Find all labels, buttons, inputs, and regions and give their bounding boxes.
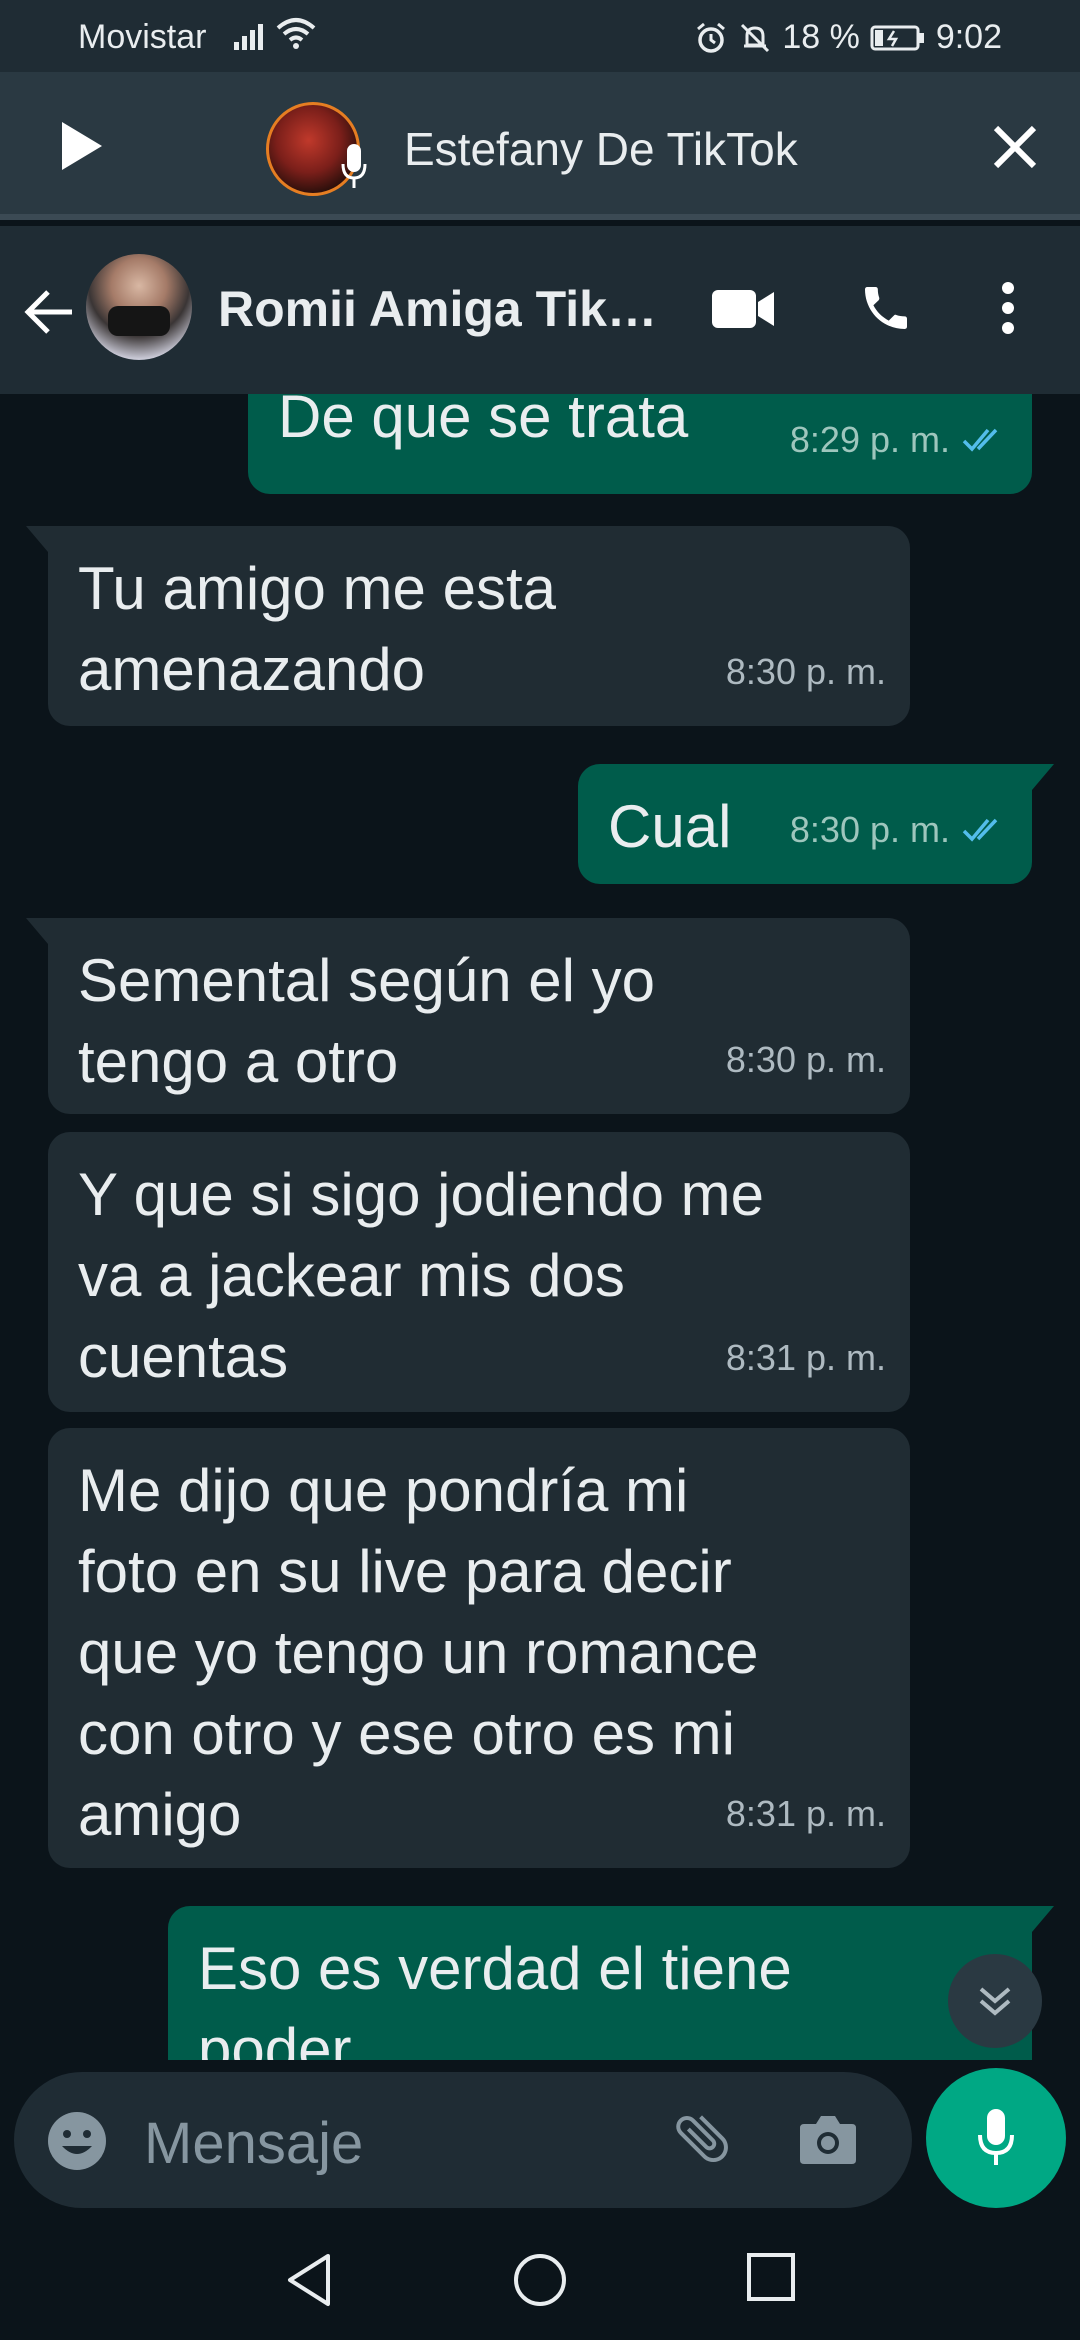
avatar-mask-shape	[108, 306, 170, 336]
message-time: 8:30 p. m.	[789, 809, 950, 850]
phone-icon[interactable]	[858, 280, 914, 336]
mic-icon	[341, 144, 367, 188]
voice-record-button[interactable]	[926, 2068, 1066, 2208]
bubble-tail	[26, 918, 48, 944]
carrier-name: Movistar	[78, 18, 207, 56]
home-circle-icon[interactable]	[512, 2252, 568, 2308]
scroll-to-bottom-button[interactable]	[948, 1954, 1042, 2048]
message-time: 8:29 p. m.	[789, 419, 950, 460]
contact-avatar[interactable]	[86, 254, 192, 360]
bubble-tail	[26, 526, 48, 552]
video-call-icon[interactable]	[710, 288, 776, 330]
message-meta: 8:30 p. m.	[790, 789, 1008, 870]
message-bubble-incoming[interactable]: Y que si sigo jodiendo me va a jackear m…	[48, 1132, 910, 1412]
battery-icon	[870, 25, 924, 50]
signal-icon	[234, 24, 263, 50]
message-meta: 8:31 p. m.	[726, 1317, 886, 1398]
attach-icon[interactable]	[670, 2106, 734, 2170]
message-meta: 8:29 p. m.	[790, 399, 1008, 480]
message-input-bar: Mensaje	[14, 2072, 912, 2208]
play-icon[interactable]	[58, 118, 106, 174]
chat-area[interactable]: De que se trata 8:29 p. m. Tu amigo me e…	[0, 394, 1080, 2060]
system-navigation-bar	[0, 2222, 1080, 2340]
message-bubble-incoming[interactable]: Me dijo que pondría mi foto en su live p…	[48, 1428, 910, 1868]
recents-square-icon[interactable]	[746, 2252, 796, 2302]
message-time: 8:30 p. m.	[725, 1039, 886, 1080]
contact-name[interactable]: Romii Amiga Tik…	[218, 280, 657, 338]
message-bubble-incoming[interactable]: Semental según el yo tengo a otro 8:30 p…	[26, 918, 910, 1114]
message-time: 8:31 p. m.	[725, 1793, 886, 1834]
message-bubble-incoming[interactable]: Tu amigo me esta amenazando 8:30 p. m.	[26, 526, 910, 726]
chat-header: Romii Amiga Tik…	[0, 226, 1080, 394]
voice-message-player: Estefany De TikTok	[0, 72, 1080, 220]
message-bubble-outgoing[interactable]: Eso es verdad el tiene poder	[168, 1906, 1054, 2060]
mute-icon	[741, 23, 770, 52]
voice-sender-avatar-wrap	[266, 102, 367, 196]
message-bubble-outgoing[interactable]: Cual 8:30 p. m.	[578, 764, 1054, 884]
message-text: Eso es verdad el tiene poder	[198, 1935, 792, 2060]
message-meta: 8:30 p. m.	[726, 631, 886, 712]
back-triangle-icon[interactable]	[284, 2252, 334, 2308]
read-ticks-icon	[962, 818, 998, 842]
mic-icon	[978, 2109, 1014, 2165]
wifi-icon	[276, 18, 316, 49]
message-input[interactable]: Mensaje	[144, 2110, 363, 2177]
clock: 9:02	[935, 18, 1002, 56]
message-time: 8:31 p. m.	[725, 1337, 886, 1378]
status-bar: Movistar 18 % 9:02	[0, 0, 1080, 72]
close-icon[interactable]	[992, 124, 1038, 170]
message-bubble-outgoing[interactable]: De que se trata 8:29 p. m.	[248, 394, 1032, 494]
back-arrow-icon[interactable]	[22, 288, 76, 336]
more-vert-icon[interactable]	[1000, 280, 1016, 336]
message-time: 8:30 p. m.	[725, 651, 886, 692]
voice-sender-name: Estefany De TikTok	[404, 123, 798, 175]
status-right-group: 18 % 9:02	[694, 18, 1002, 57]
message-meta: 8:30 p. m.	[726, 1019, 886, 1100]
battery-percent: 18 %	[782, 18, 860, 56]
bubble-tail	[1032, 1906, 1054, 1932]
camera-icon[interactable]	[798, 2112, 858, 2166]
double-chevron-down-icon	[979, 1987, 1011, 2016]
bubble-tail	[1032, 764, 1054, 790]
alarm-icon	[697, 22, 726, 53]
emoji-icon[interactable]	[46, 2110, 108, 2172]
read-ticks-icon	[962, 428, 998, 452]
message-meta: 8:31 p. m.	[726, 1773, 886, 1854]
